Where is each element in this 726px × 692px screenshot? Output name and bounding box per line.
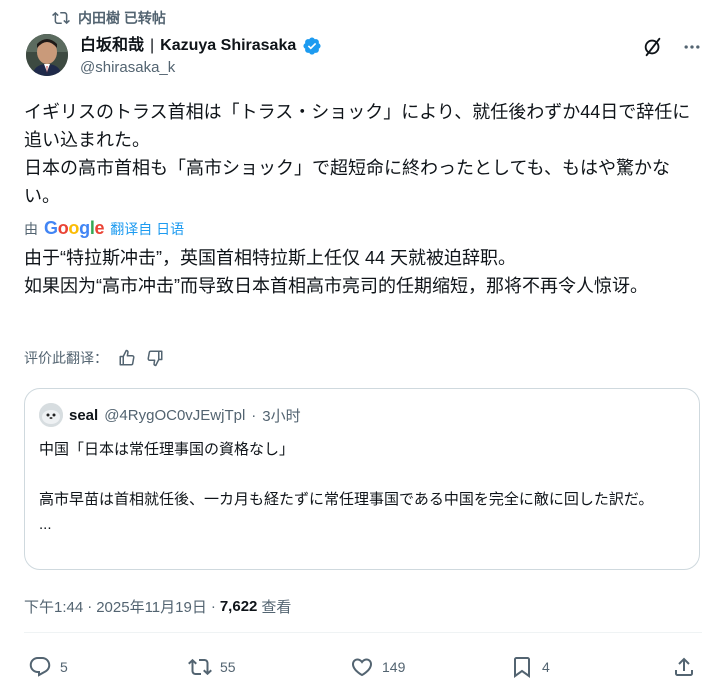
quote-ellipsis: ... [39,516,52,533]
rate-translation: 评价此翻译： [24,348,164,368]
translation-attribution: 由 Google 翻译自 日语 [24,218,184,239]
author-name[interactable]: 白坂和哉 [80,36,144,56]
rate-translation-label: 评价此翻译： [24,350,108,366]
retweet-icon [52,9,70,27]
meta-separator: · [87,598,93,615]
quote-avatar[interactable] [39,403,63,427]
like-count: 149 [382,659,406,675]
like-button[interactable]: 149 [350,650,405,684]
bookmark-count: 4 [542,659,550,675]
tweet-time[interactable]: 下午1:44 [24,596,83,617]
thumbs-up-icon[interactable] [118,349,136,367]
reply-button[interactable]: 5 [28,650,68,684]
like-icon [350,655,374,679]
name-separator: | [150,37,155,54]
tweet-line: 日本の高市首相も「高市ショック」で超短命に終わったとしても、もはや驚かない。 [24,158,671,206]
share-button[interactable] [672,650,696,684]
translated-text: 由于“特拉斯冲击”，英国首相特拉斯上任仅 44 天就被迫辞职。 如果因为“高市冲… [24,244,704,300]
action-bar: 5 55 149 4 [24,650,704,684]
thumbs-down-icon[interactable] [146,349,164,367]
translated-from-link[interactable]: 翻译自 日语 [110,219,184,239]
meta-separator: · [210,598,216,615]
translated-by-label: 由 [24,220,38,237]
more-icon[interactable] [682,37,702,57]
tweet-meta: 下午1:44 · 2025年11月19日 · 7,622 查看 [24,596,291,617]
author-handle[interactable]: @shirasaka_k [80,58,322,78]
retweet-icon [188,655,212,679]
author-avatar[interactable] [26,34,68,76]
quote-line: 中国「日本は常任理事国の資格なし」 [39,441,295,458]
translated-line: 如果因为“高市冲击”而导致日本首相高市亮司的任期缩短，那将不再令人惊讶。 [24,276,648,296]
retweeted-by-line[interactable]: 内田樹 已转帖 [52,8,166,28]
bookmark-button[interactable]: 4 [510,650,550,684]
bookmark-icon [510,655,534,679]
divider [24,632,702,633]
quoted-tweet[interactable]: seal @4RygOC0vJEwjTpl · 3小时 中国「日本は常任理事国の… [24,388,700,570]
retweeted-by-text: 内田樹 已转帖 [78,10,166,26]
tweet-line: イギリスのトラス首相は「トラス・ショック」により、就任後わずか44日で辞任に追い… [24,102,691,150]
quote-line [39,462,689,487]
view-count: 7,622 [219,598,258,615]
verified-badge-icon [302,36,322,56]
retweet-button[interactable]: 55 [188,650,236,684]
quote-author-name[interactable]: seal [69,407,98,424]
translated-line: 由于“特拉斯冲击”，英国首相特拉斯上任仅 44 天就被迫辞职。 [24,248,517,268]
tweet-date[interactable]: 2025年11月19日 [96,596,207,617]
quote-separator: · [251,406,257,424]
reply-count: 5 [60,659,68,675]
quote-author-handle[interactable]: @4RygOC0vJEwjTpl [104,407,245,424]
reply-icon [28,655,52,679]
tweet-text: イギリスのトラス首相は「トラス・ショック」により、就任後わずか44日で辞任に追い… [24,98,704,210]
google-logo: Google [44,218,105,238]
retweet-count: 55 [220,659,236,675]
quote-time[interactable]: 3小时 [262,405,300,426]
share-icon [672,655,696,679]
view-label: 查看 [261,599,292,616]
quote-text: 中国「日本は常任理事国の資格なし」 高市早苗は首相就任後、一カ月も経たずに常任理… [39,437,689,537]
author-name-en[interactable]: Kazuya Shirasaka [160,36,296,56]
grok-icon[interactable] [642,36,664,58]
quote-line: 高市早苗は首相就任後、一カ月も経たずに常任理事国である中国を完全に敵に回した訳だ… [39,491,654,508]
